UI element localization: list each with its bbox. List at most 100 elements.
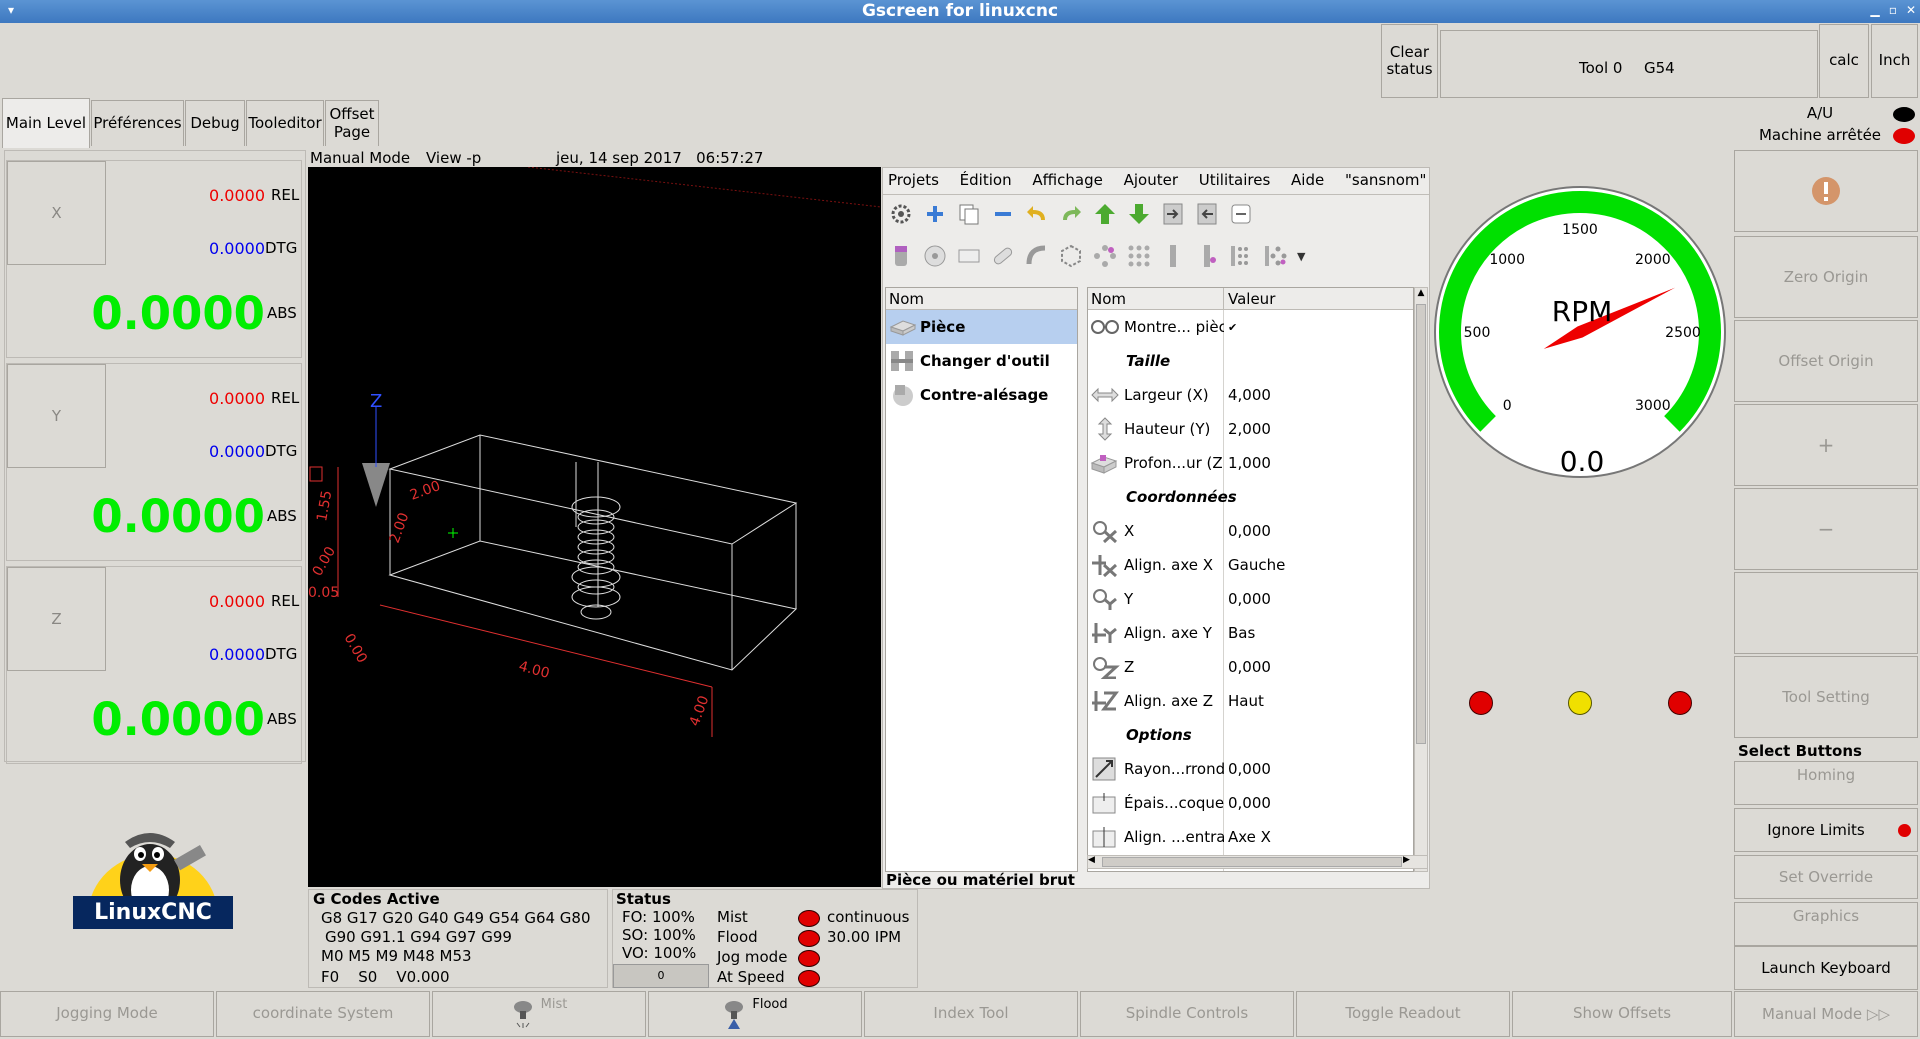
prop-value[interactable]: Axe X (1228, 828, 1271, 846)
flood-button[interactable]: Flood (648, 991, 862, 1037)
ignore-limits-button[interactable]: Ignore Limits (1734, 808, 1918, 852)
graphics-button[interactable]: Graphics (1734, 902, 1918, 946)
props-row[interactable]: Rayon...rrondi 0,000 (1088, 752, 1413, 786)
scroll-right-icon[interactable]: ▶ (1403, 855, 1410, 865)
toggle-readout-button[interactable]: Toggle Readout (1296, 991, 1510, 1037)
tab-main-level[interactable]: Main Level (2, 98, 90, 148)
prop-value[interactable]: 0,000 (1228, 760, 1271, 778)
indent-icon[interactable] (1161, 202, 1185, 226)
add-icon[interactable] (923, 202, 947, 226)
scroll-thumb[interactable] (1416, 304, 1426, 744)
scroll-left-icon[interactable]: ◀ (1088, 855, 1095, 865)
redo-icon[interactable] (1059, 202, 1083, 226)
prop-value[interactable]: Gauche (1228, 556, 1285, 574)
launch-keyboard-button[interactable]: Launch Keyboard (1734, 946, 1918, 990)
offset-origin-button[interactable]: Offset Origin (1734, 320, 1918, 402)
unindent-icon[interactable] (1195, 202, 1219, 226)
coordinate-system-button[interactable]: coordinate System (216, 991, 430, 1037)
props-row[interactable]: Hauteur (Y) 2,000 (1088, 412, 1413, 446)
toolpath-preview[interactable]: Z 4.00 2.00 1.55 2.00 0.00 0.05 0.00 4.0… (308, 167, 881, 887)
maximize-icon[interactable]: ▫ (1886, 3, 1900, 17)
menu-edition[interactable]: Édition (960, 171, 1012, 189)
prop-value[interactable]: 0,000 (1228, 658, 1271, 676)
tab-offset-page[interactable]: Offset Page (325, 100, 379, 146)
bolt-circle-icon[interactable] (1093, 244, 1117, 268)
zero-origin-button[interactable]: Zero Origin (1734, 236, 1918, 318)
axis-y-button[interactable]: Y (7, 364, 106, 468)
tab-tooleditor[interactable]: Tooleditor (246, 100, 324, 146)
jogging-mode-button[interactable]: Jogging Mode (0, 991, 214, 1037)
manual-mode-button[interactable]: Manual Mode ▷▷ (1734, 991, 1918, 1037)
calc-button[interactable]: calc (1819, 24, 1869, 98)
prop-checkbox[interactable]: ✔ (1228, 321, 1237, 334)
pocket-icon[interactable] (957, 244, 981, 268)
spindle-controls-button[interactable]: Spindle Controls (1080, 991, 1294, 1037)
prop-value[interactable]: 0,000 (1228, 522, 1271, 540)
tool-setting-button[interactable]: Tool Setting (1734, 656, 1918, 738)
blank-button[interactable] (1734, 572, 1918, 654)
props-row[interactable]: Épais...coque 0,000 (1088, 786, 1413, 820)
prop-value[interactable]: 0,000 (1228, 794, 1271, 812)
hscroll-thumb[interactable] (1102, 857, 1402, 867)
decrease-button[interactable]: − (1734, 488, 1918, 570)
menu-affichage[interactable]: Affichage (1032, 171, 1102, 189)
duplicate-icon[interactable] (957, 202, 981, 226)
drill-icon[interactable] (923, 244, 947, 268)
circle-array-icon[interactable] (1263, 244, 1287, 268)
minimize-icon[interactable]: ▁ (1868, 3, 1882, 17)
menu-aide[interactable]: Aide (1291, 171, 1324, 189)
menu-utilitaires[interactable]: Utilitaires (1199, 171, 1270, 189)
props-hscrollbar[interactable]: ◀ ▶ (1087, 855, 1428, 869)
units-button[interactable]: Inch (1871, 24, 1918, 98)
axis-z-button[interactable]: Z (7, 567, 106, 671)
close-icon[interactable]: ✕ (1904, 3, 1918, 17)
set-override-button[interactable]: Set Override (1734, 855, 1918, 899)
index-tool-button[interactable]: Index Tool (864, 991, 1078, 1037)
remove-icon[interactable] (991, 202, 1015, 226)
tool-icon[interactable] (889, 244, 913, 268)
toolbar-overflow-icon[interactable]: ▼ (1297, 250, 1305, 263)
props-row[interactable]: Montre... pièce ✔ (1088, 310, 1413, 344)
polygon-icon[interactable] (1059, 244, 1083, 268)
clear-status-button[interactable]: Clear status (1381, 24, 1438, 98)
props-row[interactable]: Align. axe Y Bas (1088, 616, 1413, 650)
move-down-icon[interactable] (1127, 202, 1151, 226)
thread-icon[interactable] (1195, 244, 1219, 268)
tab-debug[interactable]: Debug (185, 100, 245, 146)
props-row[interactable]: Profon...ur (Z) 1,000 (1088, 446, 1413, 480)
prop-value[interactable]: 0,000 (1228, 590, 1271, 608)
prop-value[interactable]: 1,000 (1228, 454, 1271, 472)
props-row[interactable]: X 0,000 (1088, 514, 1413, 548)
slot-icon[interactable] (991, 244, 1015, 268)
prop-value[interactable]: Bas (1228, 624, 1255, 642)
tree-item-counterbore[interactable]: Contre-alésage (886, 378, 1077, 412)
props-row[interactable]: Z 0,000 (1088, 650, 1413, 684)
axis-x-button[interactable]: X (7, 161, 106, 265)
collapse-icon[interactable] (1229, 202, 1253, 226)
mist-button[interactable]: Mist (432, 991, 646, 1037)
array-icon[interactable] (1229, 244, 1253, 268)
settings-gear-icon[interactable] (889, 202, 913, 226)
props-row[interactable]: Align. ...entral Axe X (1088, 820, 1413, 854)
props-vscrollbar[interactable]: ▲ ▼ (1414, 287, 1428, 872)
props-row[interactable]: Align. axe Z Haut (1088, 684, 1413, 718)
tree-item-toolchange[interactable]: Changer d'outil (886, 344, 1077, 378)
engrave-icon[interactable] (1161, 244, 1185, 268)
tab-preferences[interactable]: Préférences (91, 100, 184, 146)
props-row[interactable]: Align. axe X Gauche (1088, 548, 1413, 582)
arc-icon[interactable] (1025, 244, 1049, 268)
undo-icon[interactable] (1025, 202, 1049, 226)
window-menu-icon[interactable]: ▾ (4, 3, 18, 17)
prop-value[interactable]: 4,000 (1228, 386, 1271, 404)
scroll-up-icon[interactable]: ▲ (1415, 288, 1427, 298)
tree-item-stock[interactable]: Pièce (886, 310, 1077, 344)
estop-button[interactable] (1734, 150, 1918, 232)
prop-value[interactable]: Haut (1228, 692, 1264, 710)
menu-ajouter[interactable]: Ajouter (1124, 171, 1178, 189)
homing-button[interactable]: Homing (1734, 761, 1918, 805)
increase-button[interactable]: + (1734, 404, 1918, 486)
grid-icon[interactable] (1127, 244, 1151, 268)
prop-value[interactable]: 2,000 (1228, 420, 1271, 438)
show-offsets-button[interactable]: Show Offsets (1512, 991, 1732, 1037)
props-row[interactable]: Y 0,000 (1088, 582, 1413, 616)
